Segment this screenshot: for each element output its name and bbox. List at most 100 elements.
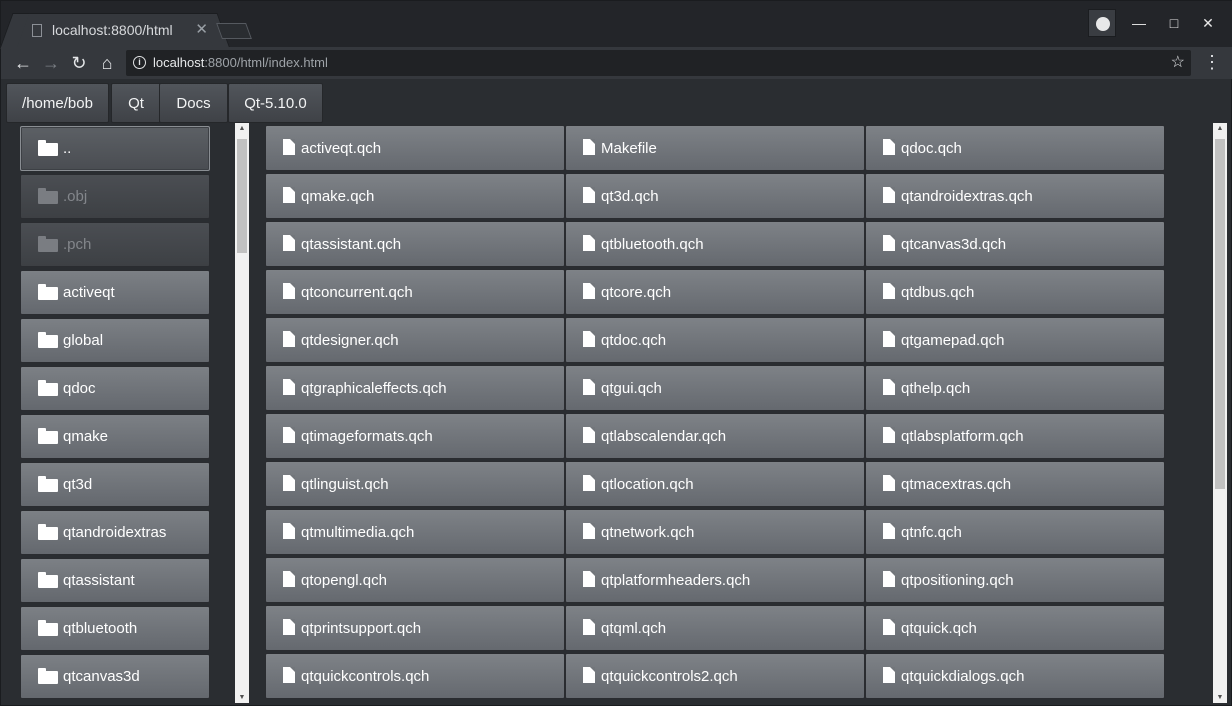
file-item[interactable]: qtcanvas3d.qch <box>865 221 1165 267</box>
minimize-button[interactable]: — <box>1125 9 1153 37</box>
file-label: qthelp.qch <box>901 380 971 397</box>
page-icon <box>32 24 42 37</box>
file-label: qtdesigner.qch <box>301 332 399 349</box>
file-item[interactable]: qtpositioning.qch <box>865 557 1165 603</box>
directory-item[interactable]: activeqt <box>20 270 210 315</box>
back-button[interactable]: ← <box>11 51 35 75</box>
directory-item[interactable]: qdoc <box>20 366 210 411</box>
file-label: Makefile <box>601 140 657 157</box>
directory-item[interactable]: qt3d <box>20 462 210 507</box>
folder-icon <box>38 572 58 588</box>
file-item[interactable]: qtnfc.qch <box>865 509 1165 555</box>
folder-icon <box>38 428 58 444</box>
file-label: qtquickcontrols2.qch <box>601 668 738 685</box>
directory-item[interactable]: qtbluetooth <box>20 606 210 651</box>
info-icon[interactable]: i <box>133 56 146 69</box>
scroll-down-arrow[interactable]: ▼ <box>1213 694 1227 701</box>
file-item[interactable]: qtassistant.qch <box>265 221 565 267</box>
folder-icon <box>38 332 58 348</box>
browser-tab[interactable]: localhost:8800/html ✕ <box>15 13 215 47</box>
file-item[interactable]: qt3d.qch <box>565 173 865 219</box>
file-item[interactable]: qtgraphicaleffects.qch <box>265 365 565 411</box>
tab-close-icon[interactable]: ✕ <box>195 20 208 38</box>
directory-item[interactable]: .. <box>20 126 210 171</box>
file-item[interactable]: qtlabscalendar.qch <box>565 413 865 459</box>
scroll-down-arrow[interactable]: ▼ <box>235 694 249 701</box>
file-item[interactable]: activeqt.qch <box>265 125 565 171</box>
folder-icon <box>38 188 58 204</box>
breadcrumb-docs[interactable]: Docs <box>159 83 228 123</box>
directory-item[interactable]: qtcanvas3d <box>20 654 210 699</box>
file-icon <box>883 187 895 203</box>
close-window-button[interactable]: ✕ <box>1194 9 1222 37</box>
file-item[interactable]: qtqml.qch <box>565 605 865 651</box>
file-item[interactable]: qtopengl.qch <box>265 557 565 603</box>
file-icon <box>283 619 295 635</box>
breadcrumb-qt[interactable]: Qt <box>111 83 161 123</box>
file-icon <box>283 427 295 443</box>
maximize-button[interactable]: □ <box>1160 9 1188 37</box>
file-item[interactable]: qmake.qch <box>265 173 565 219</box>
file-item[interactable]: qtcore.qch <box>565 269 865 315</box>
file-icon <box>283 235 295 251</box>
file-item[interactable]: qdoc.qch <box>865 125 1165 171</box>
file-item[interactable]: qtandroidextras.qch <box>865 173 1165 219</box>
file-icon <box>583 379 595 395</box>
file-item[interactable]: qtconcurrent.qch <box>265 269 565 315</box>
file-item[interactable]: qtgamepad.qch <box>865 317 1165 363</box>
file-item[interactable]: qtlinguist.qch <box>265 461 565 507</box>
files-scrollbar[interactable]: ▲ ▼ <box>1213 123 1227 703</box>
address-bar[interactable]: i localhost:8800/html/index.html ☆ <box>126 50 1191 76</box>
file-item[interactable]: qtdesigner.qch <box>265 317 565 363</box>
breadcrumb-qt-5-10-0[interactable]: Qt-5.10.0 <box>228 83 323 123</box>
file-item[interactable]: Makefile <box>565 125 865 171</box>
directory-item[interactable]: qmake <box>20 414 210 459</box>
file-item[interactable]: qtgui.qch <box>565 365 865 411</box>
folder-icon <box>38 140 58 156</box>
file-label: qtnfc.qch <box>901 524 962 541</box>
file-label: qtgraphicaleffects.qch <box>301 380 447 397</box>
bookmark-star-icon[interactable]: ☆ <box>1171 52 1185 72</box>
file-item[interactable]: qtprintsupport.qch <box>265 605 565 651</box>
file-item[interactable]: qtmacextras.qch <box>865 461 1165 507</box>
file-label: qtmacextras.qch <box>901 476 1012 493</box>
file-item[interactable]: qtimageformats.qch <box>265 413 565 459</box>
scroll-up-arrow[interactable]: ▲ <box>235 125 249 132</box>
file-item[interactable]: qtmultimedia.qch <box>265 509 565 555</box>
file-item[interactable]: qtquickcontrols.qch <box>265 653 565 699</box>
scroll-thumb[interactable] <box>1215 139 1225 489</box>
file-item[interactable]: qthelp.qch <box>865 365 1165 411</box>
reload-button[interactable]: ↻ <box>67 51 91 75</box>
file-label: qtlabscalendar.qch <box>601 428 727 445</box>
file-icon <box>583 139 595 155</box>
directory-item[interactable]: .pch <box>20 222 210 267</box>
folder-icon <box>38 620 58 636</box>
file-item[interactable]: qtdoc.qch <box>565 317 865 363</box>
browser-menu-icon[interactable]: ⋮ <box>1203 51 1221 73</box>
file-item[interactable]: qtplatformheaders.qch <box>565 557 865 603</box>
file-item[interactable]: qtquickcontrols2.qch <box>565 653 865 699</box>
forward-button[interactable]: → <box>39 51 63 75</box>
file-item[interactable]: qtlabsplatform.qch <box>865 413 1165 459</box>
file-item[interactable]: qtnetwork.qch <box>565 509 865 555</box>
scroll-thumb[interactable] <box>237 139 247 253</box>
new-tab-button[interactable] <box>216 23 252 39</box>
file-icon <box>283 667 295 683</box>
file-item[interactable]: qtbluetooth.qch <box>565 221 865 267</box>
profile-button[interactable] <box>1088 9 1116 37</box>
file-item[interactable]: qtquick.qch <box>865 605 1165 651</box>
file-item[interactable]: qtdbus.qch <box>865 269 1165 315</box>
file-label: qtopengl.qch <box>301 572 387 589</box>
directory-label: .. <box>63 140 72 157</box>
directory-item[interactable]: qtandroidextras <box>20 510 210 555</box>
breadcrumb-home-bob[interactable]: /home/bob <box>6 83 109 123</box>
scroll-up-arrow[interactable]: ▲ <box>1213 125 1227 132</box>
directory-item[interactable]: global <box>20 318 210 363</box>
directory-item[interactable]: .obj <box>20 174 210 219</box>
directory-item[interactable]: qtassistant <box>20 558 210 603</box>
file-item[interactable]: qtlocation.qch <box>565 461 865 507</box>
file-item[interactable]: qtquickdialogs.qch <box>865 653 1165 699</box>
directory-scrollbar[interactable]: ▲ ▼ <box>235 123 249 703</box>
file-icon <box>583 235 595 251</box>
home-button[interactable]: ⌂ <box>95 51 119 75</box>
